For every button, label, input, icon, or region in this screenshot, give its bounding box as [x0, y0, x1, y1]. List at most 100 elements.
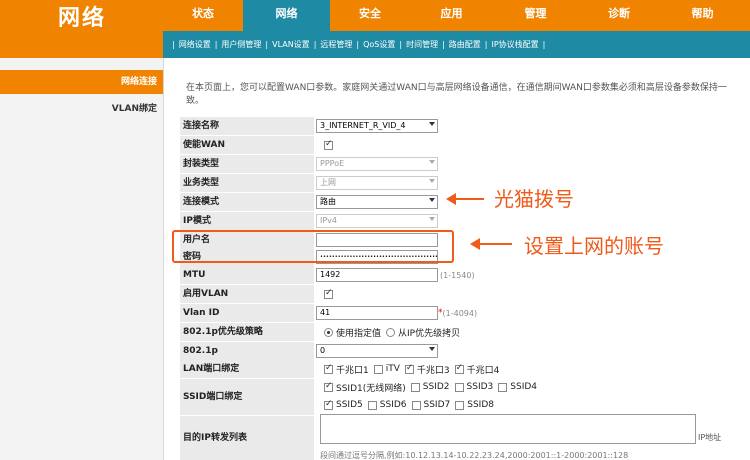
prio-policy-option-copy[interactable]: 从IP优先级拷贝 [386, 326, 460, 339]
chevron-down-icon [429, 347, 435, 351]
checkbox-icon [324, 363, 333, 374]
checkbox-icon [324, 399, 333, 410]
annotation-account: 设置上网的账号 [524, 234, 664, 258]
prio-select[interactable]: 0 [316, 344, 438, 358]
enable-wan-field [316, 136, 336, 154]
sub-nav: | 网络设置 | 用户侧管理 | VLAN设置 | 远程管理 | QoS设置 |… [172, 39, 546, 50]
lan-port-1[interactable]: 千兆口1 [324, 363, 369, 376]
lan-bind-field: 千兆口1 iTV 千兆口3 千兆口4 [324, 360, 504, 378]
checkbox-icon [410, 382, 420, 392]
lan-port-3[interactable]: 千兆口3 [404, 363, 450, 376]
ssid-6[interactable]: SSID6 [367, 400, 407, 410]
ip-mode-label: IP模式 [180, 212, 314, 230]
checkbox-icon [498, 382, 508, 392]
chevron-down-icon [429, 179, 435, 183]
prio-policy-label: 802.1p优先级策略 [180, 323, 314, 341]
arrow-line [478, 243, 512, 245]
tab-help[interactable]: 帮助 [660, 0, 745, 31]
ssid-2[interactable]: SSID2 [410, 382, 450, 392]
checkbox-icon [324, 381, 333, 392]
encap-label: 封装类型 [180, 155, 314, 173]
radio-icon [386, 327, 396, 337]
tab-status[interactable]: 状态 [163, 0, 243, 31]
conn-name-label: 连接名称 [180, 117, 314, 135]
service-label: 业务类型 [180, 174, 314, 192]
logo-text: 网络 [58, 6, 107, 31]
chevron-down-icon [429, 198, 435, 202]
ssid-3[interactable]: SSID3 [454, 382, 493, 392]
tab-apps[interactable]: 应用 [410, 0, 493, 31]
lan-port-4[interactable]: 千兆口4 [454, 363, 499, 376]
ip-addr-hint: IP地址 [698, 433, 722, 442]
left-menu-vlan-binding[interactable]: VLAN绑定 [0, 100, 163, 118]
conn-name-select[interactable]: 3_INTERNET_R_VID_4 [316, 119, 438, 133]
service-field: 上网 [316, 174, 438, 192]
mode-field: 路由 [316, 193, 438, 211]
bottom-note: 段间通过逗号分隔,例如:10.12.13.14-10.22.23.24,2000… [320, 451, 629, 460]
subnav-time[interactable]: 时间管理 [402, 39, 442, 50]
ssid-4[interactable]: SSID4 [498, 382, 537, 392]
lan-bind-label: LAN端口绑定 [180, 360, 314, 378]
chevron-down-icon [429, 160, 435, 164]
enable-vlan-checkbox[interactable] [324, 288, 333, 299]
mtu-label: MTU [180, 266, 314, 284]
vlan-id-field: 41 * (1-4094) [316, 304, 477, 322]
tab-security[interactable]: 安全 [330, 0, 410, 31]
tab-network[interactable]: 网络 [243, 0, 330, 31]
radio-icon [324, 327, 333, 337]
left-menu [0, 58, 163, 460]
mode-select[interactable]: 路由 [316, 195, 438, 209]
enable-vlan-label: 启用VLAN [180, 285, 314, 303]
mtu-input[interactable]: 1492 [316, 268, 438, 282]
highlight-box [172, 230, 454, 263]
arrow-line [454, 198, 484, 200]
subnav-qos[interactable]: QoS设置 [359, 39, 399, 50]
vlan-id-input[interactable]: 41 [316, 306, 438, 320]
ssid-8[interactable]: SSID8 [455, 400, 494, 410]
checkbox-icon [455, 400, 465, 410]
conn-name-field: 3_INTERNET_R_VID_4 [316, 117, 438, 135]
logo: 网络 [0, 0, 163, 58]
enable-vlan-field [316, 285, 336, 303]
enable-wan-checkbox[interactable] [324, 139, 333, 150]
checkbox-icon [411, 400, 421, 410]
subnav-routing[interactable]: 路由配置 [445, 39, 485, 50]
encap-select[interactable]: PPPoE [316, 157, 438, 171]
subnav-remote[interactable]: 远程管理 [316, 39, 356, 50]
vlan-id-label: Vlan ID [180, 304, 314, 322]
lan-port-itv[interactable]: iTV [373, 364, 400, 374]
subnav-vlan[interactable]: VLAN设置 [268, 39, 314, 50]
subnav-user-side[interactable]: 用户侧管理 [217, 39, 265, 50]
chevron-down-icon [429, 217, 435, 221]
dest-ip-textarea[interactable] [320, 414, 696, 444]
annotation-dial: 光猫拨号 [494, 187, 574, 211]
checkbox-icon [454, 382, 464, 392]
checkbox-icon [454, 363, 464, 374]
ssid-5[interactable]: SSID5 [324, 399, 363, 410]
ssid-7[interactable]: SSID7 [411, 400, 450, 410]
left-menu-network-connection[interactable]: 网络连接 [0, 70, 163, 94]
checkbox-icon [373, 364, 383, 374]
prio-label: 802.1p [180, 342, 314, 360]
divider [163, 58, 164, 460]
checkbox-icon [404, 363, 414, 374]
encap-field: PPPoE [316, 155, 438, 173]
ssid-bind-row1: SSID1(无线网络) SSID2 SSID3 SSID4 [324, 378, 542, 396]
dest-ip-label: 目的IP转发列表 [180, 416, 314, 460]
prio-field: 0 [316, 342, 438, 360]
prio-policy-field: 使用指定值 从IP优先级拷贝 [324, 323, 465, 341]
subnav-network-settings[interactable]: 网络设置 [175, 39, 215, 50]
mtu-hint: (1-1540) [440, 270, 475, 280]
ip-mode-field: IPv4 [316, 212, 438, 230]
ssid-bind-row2: SSID5 SSID6 SSID7 SSID8 [324, 396, 499, 414]
mtu-field: 1492 (1-1540) [316, 266, 475, 284]
service-select[interactable]: 上网 [316, 176, 438, 190]
checkbox-icon [367, 400, 377, 410]
subnav-ip-stack[interactable]: IP协议栈配置 [487, 39, 542, 50]
ssid-1[interactable]: SSID1(无线网络) [324, 381, 406, 394]
prio-policy-option-specified[interactable]: 使用指定值 [324, 326, 381, 339]
ip-mode-select[interactable]: IPv4 [316, 214, 438, 228]
tab-management[interactable]: 管理 [493, 0, 578, 31]
tab-diagnostics[interactable]: 诊断 [578, 0, 660, 31]
ssid-bind-label: SSID端口绑定 [180, 379, 314, 415]
